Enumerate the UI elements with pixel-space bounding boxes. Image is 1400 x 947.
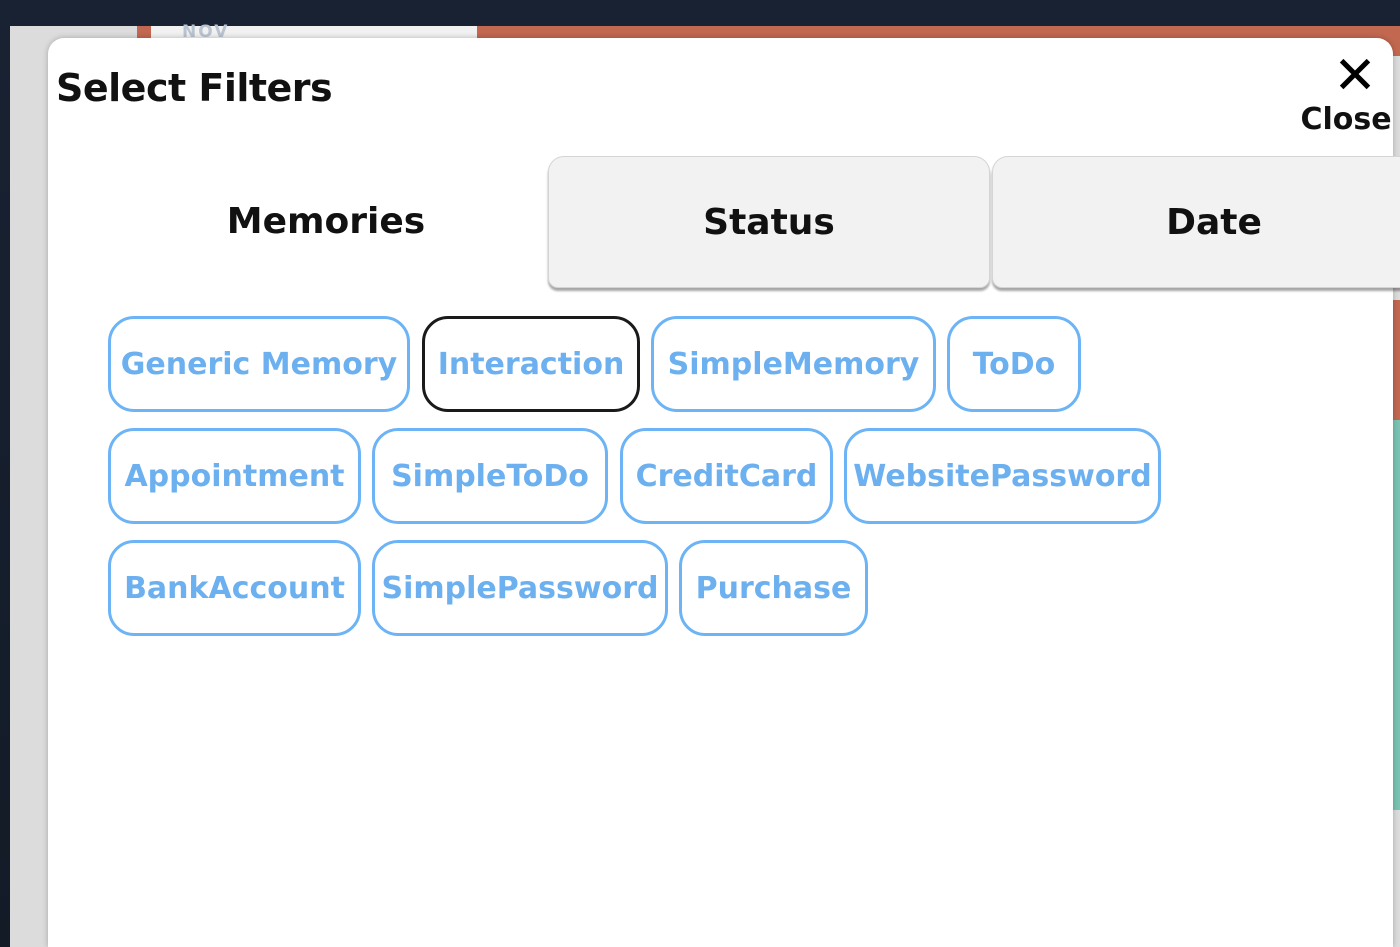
tab-date[interactable]: Date — [992, 156, 1400, 288]
background-strip — [1392, 300, 1400, 420]
close-button[interactable]: ✕ Close — [1287, 46, 1391, 150]
filter-chip-simpletodo[interactable]: SimpleToDo — [372, 428, 608, 524]
filter-chip-simplepassword[interactable]: SimplePassword — [372, 540, 668, 636]
filter-tabs: Memories Status Date — [106, 156, 1400, 292]
filter-chip-generic-memory[interactable]: Generic Memory — [108, 316, 410, 412]
filter-chip-purchase[interactable]: Purchase — [679, 540, 868, 636]
tab-status[interactable]: Status — [548, 156, 990, 288]
background-strip-teal — [1392, 420, 1400, 810]
close-label: Close — [1300, 102, 1392, 137]
filter-chip-creditcard[interactable]: CreditCard — [620, 428, 833, 524]
filter-chip-bankaccount[interactable]: BankAccount — [108, 540, 361, 636]
filter-chip-websitepassword[interactable]: WebsitePassword — [844, 428, 1161, 524]
filter-chip-simplememory[interactable]: SimpleMemory — [651, 316, 936, 412]
filter-chip-appointment[interactable]: Appointment — [108, 428, 361, 524]
filter-chip-interaction[interactable]: Interaction — [422, 316, 640, 412]
filter-chip-todo[interactable]: ToDo — [947, 316, 1081, 412]
modal-title: Select Filters — [56, 66, 333, 110]
tab-memories[interactable]: Memories — [106, 156, 546, 286]
filter-modal: Select Filters ✕ Close Memories Status D… — [48, 38, 1400, 947]
close-icon: ✕ — [1333, 46, 1377, 106]
